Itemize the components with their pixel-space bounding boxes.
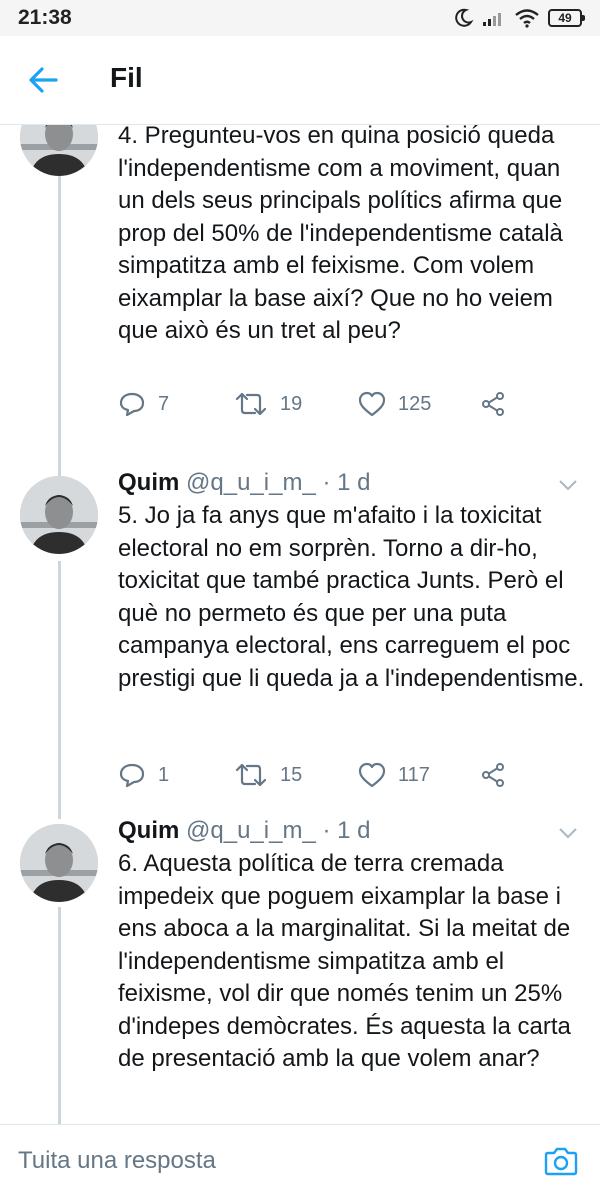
- author-name[interactable]: Quim: [118, 469, 179, 496]
- chevron-down-icon[interactable]: [558, 826, 578, 840]
- tweet-time: 1 d: [337, 469, 371, 496]
- avatar-photo: [20, 476, 98, 554]
- reply-count: 7: [158, 392, 170, 415]
- camera-icon: [544, 1147, 578, 1176]
- tweet-text: 6. Aquesta política de terra cremada imp…: [118, 850, 571, 1072]
- arrow-left-icon: [29, 67, 58, 93]
- back-button[interactable]: [26, 63, 60, 97]
- avatar-photo: [20, 824, 98, 902]
- reply-bar: Tuita una resposta: [0, 1124, 600, 1201]
- status-icons: 49: [452, 7, 585, 29]
- tweet[interactable]: Quim @q_u_i_m_ · 1 d 5. Jo ja fa anys qu…: [0, 468, 600, 808]
- moon-icon: [455, 8, 474, 27]
- tweet-header: Quim @q_u_i_m_ · 1 d: [118, 468, 371, 498]
- battery-level: 49: [558, 11, 572, 25]
- heart-icon: [358, 762, 386, 788]
- tweet[interactable]: Quim @q_u_i_m_ · 1 d 6. Aquesta política…: [0, 816, 600, 1140]
- share-button[interactable]: [480, 760, 506, 790]
- reply-icon: [119, 392, 145, 417]
- retweet-icon: [235, 763, 267, 787]
- header: Fil: [0, 36, 600, 125]
- reply-button[interactable]: 1: [118, 760, 169, 790]
- page-title: Fil: [110, 62, 143, 93]
- tweet-header: Quim @q_u_i_m_ · 1 d: [118, 816, 371, 846]
- retweet-count: 15: [280, 763, 303, 786]
- like-count: 117: [398, 763, 430, 786]
- heart-icon: [358, 391, 386, 417]
- like-button[interactable]: 117: [358, 760, 430, 790]
- retweet-button[interactable]: 19: [234, 389, 302, 419]
- status-bar: 21:38 49: [0, 0, 600, 36]
- retweet-count: 19: [280, 392, 303, 415]
- separator: ·: [322, 817, 331, 844]
- signal-icon: [483, 13, 501, 26]
- battery-icon: 49: [548, 9, 585, 27]
- timeline[interactable]: 4. Pregunteu-vos en quina posició queda …: [0, 124, 600, 1140]
- wifi-icon: [515, 9, 539, 28]
- share-button[interactable]: [480, 389, 506, 419]
- chevron-down-icon[interactable]: [558, 478, 578, 492]
- tweet-text: 4. Pregunteu-vos en quina posició queda …: [118, 124, 563, 344]
- tweet-actions: 1 15 117: [118, 760, 518, 790]
- separator: ·: [322, 469, 331, 496]
- author-handle[interactable]: @q_u_i_m_: [186, 469, 316, 496]
- camera-button[interactable]: [544, 1145, 578, 1177]
- reply-count: 1: [158, 763, 170, 786]
- share-icon: [482, 392, 504, 416]
- status-time: 21:38: [18, 6, 72, 29]
- author-handle[interactable]: @q_u_i_m_: [186, 817, 316, 844]
- reply-input[interactable]: Tuita una resposta: [18, 1147, 216, 1175]
- avatar[interactable]: [20, 476, 98, 554]
- tweet-actions: 7 19 125: [118, 389, 518, 419]
- share-icon: [482, 763, 504, 787]
- reply-button[interactable]: 7: [118, 389, 169, 419]
- tweet-text: 5. Jo ja fa anys que m'afaito i la toxic…: [118, 502, 585, 692]
- avatar[interactable]: [20, 824, 98, 902]
- reply-icon: [119, 763, 145, 788]
- tweet-time: 1 d: [337, 817, 371, 844]
- avatar[interactable]: [20, 124, 98, 176]
- retweet-button[interactable]: 15: [234, 760, 302, 790]
- retweet-icon: [235, 392, 267, 416]
- author-name[interactable]: Quim: [118, 817, 179, 844]
- like-button[interactable]: 125: [358, 389, 431, 419]
- avatar-photo: [20, 124, 98, 176]
- like-count: 125: [398, 392, 432, 415]
- tweet[interactable]: 4. Pregunteu-vos en quina posició queda …: [0, 124, 600, 458]
